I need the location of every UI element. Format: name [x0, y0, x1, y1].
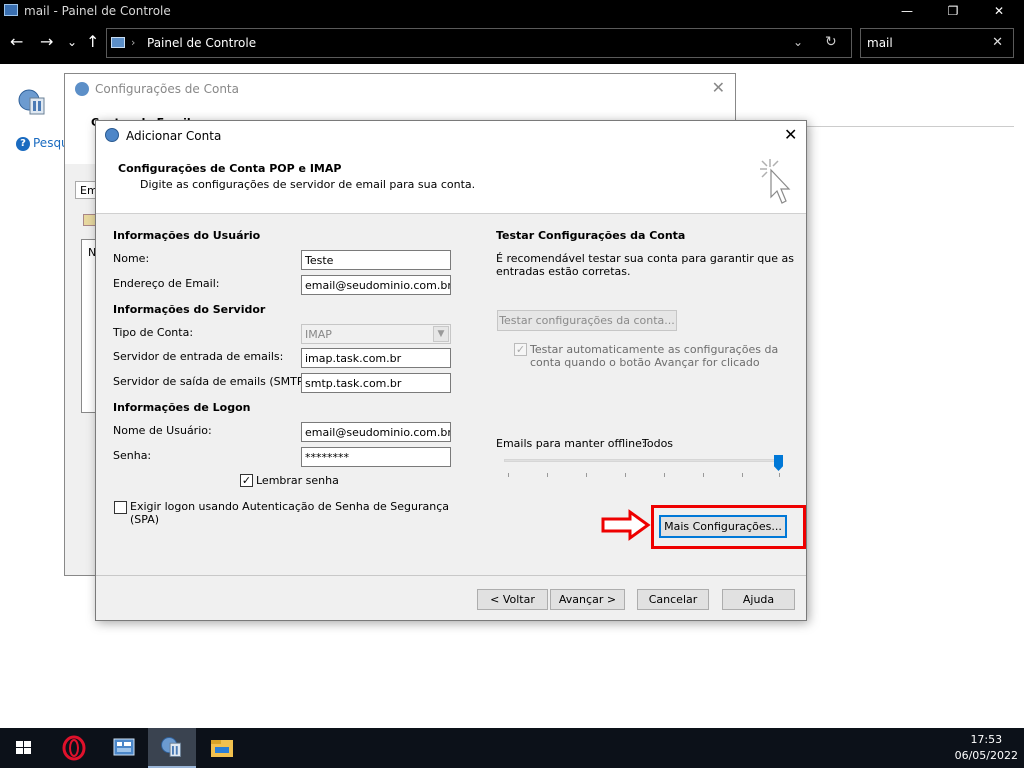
- spa-label-line1: Exigir logon usando Autenticação de Senh…: [130, 500, 450, 513]
- windows-start-icon[interactable]: [0, 728, 48, 768]
- maximize-button[interactable]: ❐: [930, 0, 976, 22]
- mail-setup-taskbar-icon[interactable]: [148, 728, 196, 768]
- account-type-value: IMAP: [305, 328, 332, 341]
- back-button[interactable]: < Voltar: [477, 589, 548, 610]
- account-settings-title: Configurações de Conta: [95, 82, 239, 96]
- chevron-down-icon: ▼: [433, 326, 449, 342]
- refresh-icon[interactable]: ↻: [825, 34, 837, 50]
- offline-label: Emails para manter offline:: [496, 437, 646, 450]
- cursor-sparkle-icon: [760, 159, 791, 204]
- minimize-button[interactable]: —: [884, 0, 930, 22]
- test-settings-desc-line1: É recomendável testar sua conta para gar…: [496, 252, 794, 265]
- clear-search-icon[interactable]: ✕: [992, 35, 1003, 50]
- email-field[interactable]: email@seudominio.com.br: [301, 275, 451, 295]
- next-button[interactable]: Avançar >: [550, 589, 625, 610]
- test-settings-desc-line2: entradas estão corretas.: [496, 265, 631, 278]
- clock-date: 06/05/2022: [954, 749, 1018, 762]
- opera-browser-icon[interactable]: [50, 728, 98, 768]
- account-settings-titlebar: Configurações de Conta ✕: [65, 74, 735, 104]
- slider-tick: [508, 473, 509, 477]
- username-label: Nome de Usuário:: [113, 424, 212, 437]
- help-icon: ?: [16, 137, 30, 151]
- slider-tick: [779, 473, 780, 477]
- up-arrow-icon[interactable]: ↑: [86, 32, 99, 52]
- back-arrow-icon[interactable]: ←: [10, 32, 23, 52]
- incoming-server-label: Servidor de entrada de emails:: [113, 350, 284, 363]
- chevron-down-icon[interactable]: ⌄: [793, 35, 803, 49]
- incoming-server-field[interactable]: imap.task.com.br: [301, 348, 451, 368]
- search-value: mail: [867, 36, 893, 50]
- forward-arrow-icon[interactable]: →: [40, 32, 53, 52]
- outgoing-server-field[interactable]: smtp.task.com.br: [301, 373, 451, 393]
- address-bar[interactable]: › Painel de Controle ⌄ ↻: [106, 28, 852, 58]
- close-icon[interactable]: ✕: [712, 78, 725, 97]
- spa-label-line2: (SPA): [130, 513, 160, 526]
- file-explorer-icon[interactable]: [198, 728, 246, 768]
- red-arrow-icon: [601, 509, 651, 541]
- slider-tick: [625, 473, 626, 477]
- password-field[interactable]: ********: [301, 447, 451, 467]
- search-input[interactable]: mail ✕: [860, 28, 1014, 58]
- offline-slider-thumb[interactable]: [774, 455, 783, 471]
- help-link[interactable]: ? Pesqu: [16, 136, 69, 151]
- spa-checkbox[interactable]: [114, 501, 127, 514]
- control-panel-icon: [111, 37, 125, 48]
- account-type-select: IMAP ▼: [301, 324, 451, 344]
- header-description: Digite as configurações de servidor de e…: [140, 178, 476, 191]
- explorer-titlebar: mail - Painel de Controle — ❐ ✕: [0, 0, 1024, 22]
- auto-test-label-line1: Testar automaticamente as configurações …: [530, 343, 779, 356]
- close-button[interactable]: ✕: [976, 0, 1022, 22]
- slider-tick: [547, 473, 548, 477]
- control-panel-taskbar-icon[interactable]: [100, 728, 148, 768]
- email-label: Endereço de Email:: [113, 277, 220, 290]
- test-settings-button: Testar configurações da conta...: [497, 310, 677, 331]
- test-settings-heading: Testar Configurações da Conta: [496, 229, 686, 242]
- auto-test-label-line2: conta quando o botão Avançar for clicado: [530, 356, 760, 369]
- slider-tick: [742, 473, 743, 477]
- remember-password-checkbox[interactable]: ✓: [240, 474, 253, 487]
- control-panel-icon: [4, 4, 18, 16]
- logon-info-heading: Informações de Logon: [113, 401, 251, 414]
- header-title: Configurações de Conta POP e IMAP: [118, 162, 342, 175]
- globe-icon: [105, 128, 119, 142]
- recent-locations-icon[interactable]: ⌄: [67, 32, 77, 52]
- slider-tick: [664, 473, 665, 477]
- mail-setup-icon: [18, 89, 45, 115]
- globe-icon: [75, 82, 89, 96]
- cancel-button[interactable]: Cancelar: [637, 589, 709, 610]
- dialog-header: Configurações de Conta POP e IMAP Digite…: [96, 151, 806, 214]
- close-icon[interactable]: ✕: [784, 125, 797, 144]
- add-account-titlebar: Adicionar Conta ✕: [96, 121, 806, 151]
- user-info-heading: Informações do Usuário: [113, 229, 261, 242]
- remember-password-label: Lembrar senha: [256, 474, 339, 487]
- clock-time: 17:53: [970, 733, 1003, 746]
- slider-tick: [586, 473, 587, 477]
- slider-tick: [703, 473, 704, 477]
- breadcrumb[interactable]: Painel de Controle: [147, 36, 256, 50]
- breadcrumb-separator-icon: ›: [131, 36, 136, 49]
- name-label: Nome:: [113, 252, 150, 265]
- help-button[interactable]: Ajuda: [722, 589, 795, 610]
- divider: [806, 126, 1014, 127]
- window-title: mail - Painel de Controle: [24, 4, 171, 18]
- username-field[interactable]: email@seudominio.com.br: [301, 422, 451, 442]
- password-label: Senha:: [113, 449, 152, 462]
- auto-test-checkbox: ✓: [514, 343, 527, 356]
- outgoing-server-label: Servidor de saída de emails (SMTP):: [113, 375, 312, 388]
- name-field[interactable]: Teste: [301, 250, 451, 270]
- offline-slider-track[interactable]: [504, 459, 780, 462]
- taskbar: 17:53 06/05/2022: [0, 728, 1024, 768]
- footer-divider: [96, 575, 806, 576]
- server-info-heading: Informações do Servidor: [113, 303, 266, 316]
- system-clock[interactable]: 17:53 06/05/2022: [955, 732, 1018, 764]
- dialog-title: Adicionar Conta: [126, 129, 222, 143]
- offline-value: Todos: [642, 437, 674, 450]
- highlight-box: [651, 505, 806, 549]
- account-type-label: Tipo de Conta:: [113, 326, 194, 339]
